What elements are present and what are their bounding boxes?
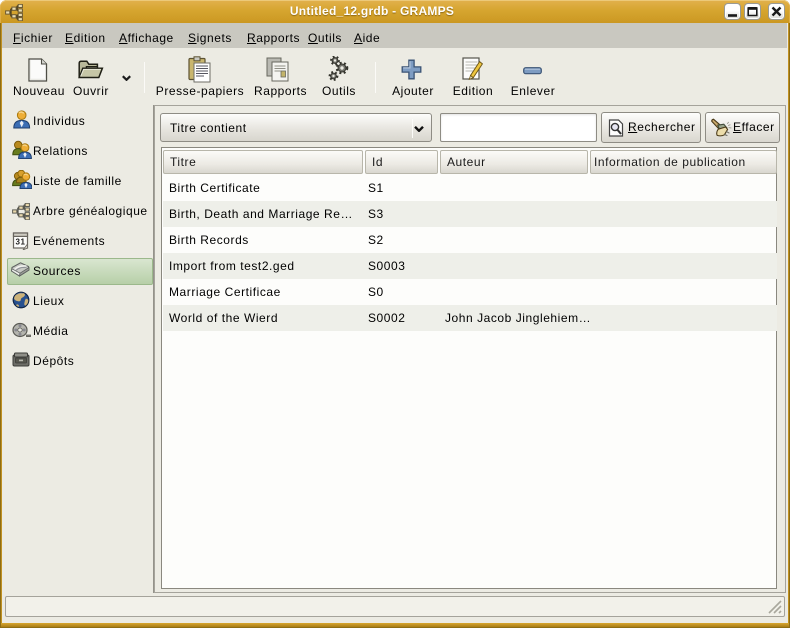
svg-text:31: 31 — [16, 237, 26, 246]
